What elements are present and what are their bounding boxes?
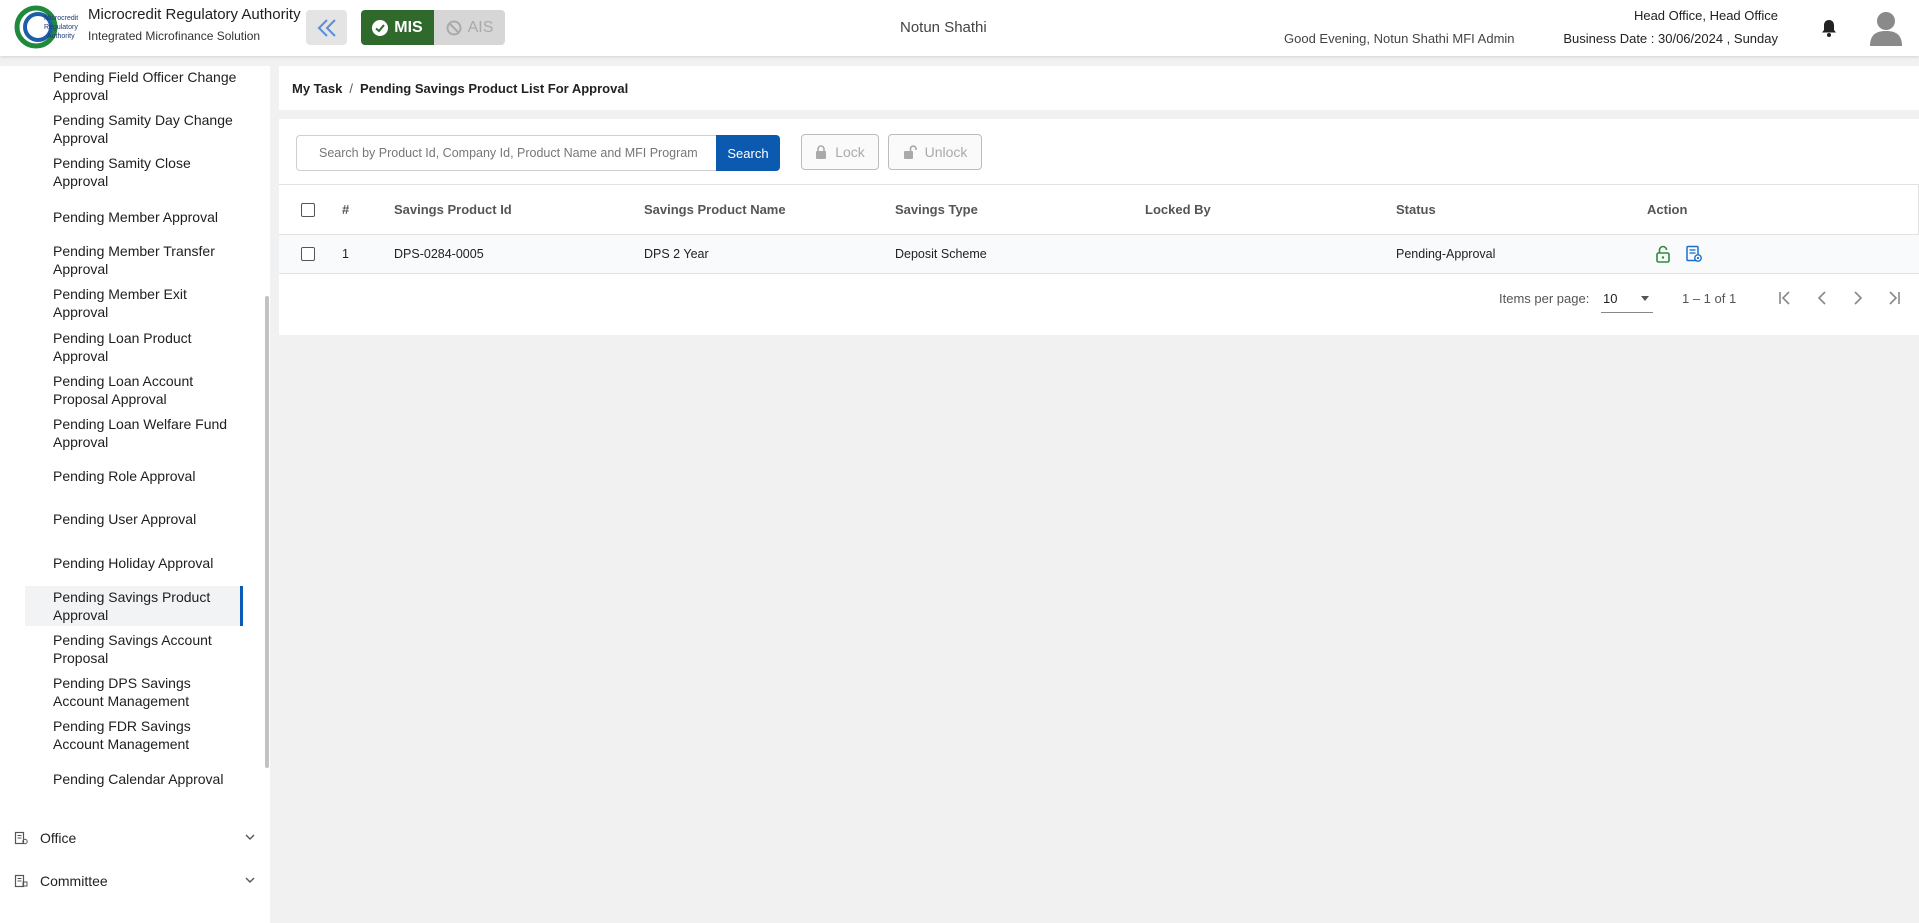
page-size-value: 10 [1603, 291, 1618, 306]
sidebar-item-member-exit[interactable]: Pending Member Exit Approval [25, 283, 243, 323]
double-chevron-left-icon [317, 18, 336, 37]
breadcrumb-current: Pending Savings Product List For Approva… [359, 80, 629, 96]
top-header: Microcredit Regulatory Authority Microcr… [0, 0, 1919, 56]
sidebar-item-samity-day-change[interactable]: Pending Samity Day Change Approval [25, 109, 243, 149]
sidebar-group-label: Committee [40, 873, 108, 889]
sidebar-item-loan-product[interactable]: Pending Loan Product Approval [25, 327, 243, 367]
first-page-icon[interactable] [1775, 288, 1795, 308]
items-per-page-label: Items per page: [1499, 291, 1590, 306]
column-header-status[interactable]: Status [1396, 185, 1436, 234]
cell-savings-type: Deposit Scheme [895, 247, 987, 261]
sidebar-item-calendar-approval[interactable]: Pending Calendar Approval [25, 759, 243, 799]
greeting-text: Good Evening, Notun Shathi MFI Admin [1284, 31, 1515, 46]
caret-down-icon [1641, 296, 1649, 301]
check-circle-icon [372, 19, 389, 36]
row-checkbox[interactable] [301, 247, 315, 261]
sidebar-item-fdr-savings-account[interactable]: Pending FDR Savings Account Management [25, 715, 243, 755]
svg-text:Regulatory: Regulatory [44, 24, 78, 31]
chevron-down-icon [245, 877, 255, 883]
sidebar: Pending Field Officer Change Approval Pe… [0, 66, 270, 923]
breadcrumb: My Task / Pending Savings Product List F… [279, 66, 1919, 110]
mra-logo: Microcredit Regulatory Authority [14, 4, 78, 50]
table-header-row: # Savings Product Id Savings Product Nam… [279, 184, 1919, 235]
brand-title: Microcredit Regulatory Authority [88, 6, 301, 23]
previous-page-icon[interactable] [1812, 288, 1832, 308]
sidebar-group-committee[interactable]: Committee [14, 869, 256, 893]
chevron-down-icon [245, 834, 255, 840]
ban-icon [446, 20, 462, 35]
breadcrumb-separator: / [349, 80, 353, 96]
sidebar-item-loan-account-proposal[interactable]: Pending Loan Account Proposal Approval [25, 370, 243, 410]
last-page-icon[interactable] [1884, 288, 1904, 308]
unlock-icon [903, 145, 917, 159]
cell-product-name: DPS 2 Year [644, 247, 709, 261]
svg-text:Microcredit: Microcredit [44, 15, 78, 22]
cell-status: Pending-Approval [1396, 247, 1496, 261]
sidebar-group-label: Office [40, 830, 77, 846]
sidebar-item-field-officer-change[interactable]: Pending Field Officer Change Approval [25, 66, 243, 106]
sidebar-item-user-approval[interactable]: Pending User Approval [25, 499, 243, 539]
notification-bell-icon[interactable] [1819, 18, 1839, 43]
collapse-sidebar-button[interactable] [306, 10, 347, 45]
unlock-action-icon[interactable] [1655, 245, 1671, 263]
sidebar-item-savings-account-proposal[interactable]: Pending Savings Account Proposal [25, 629, 243, 669]
sidebar-item-savings-product-approval[interactable]: Pending Savings Product Approval [25, 586, 243, 626]
brand-subtitle: Integrated Microfinance Solution [88, 29, 261, 43]
ais-toggle-button[interactable]: AIS [434, 10, 505, 45]
column-header-product-name[interactable]: Savings Product Name [644, 185, 786, 234]
committee-icon [14, 874, 28, 888]
next-page-icon[interactable] [1848, 288, 1868, 308]
lock-icon [816, 145, 827, 159]
search-input[interactable] [296, 135, 716, 171]
unlock-label: Unlock [924, 144, 968, 160]
sidebar-scrollbar[interactable] [265, 296, 269, 768]
mis-label: MIS [394, 18, 423, 36]
sidebar-item-loan-welfare-fund[interactable]: Pending Loan Welfare Fund Approval [25, 413, 243, 453]
column-header-savings-type[interactable]: Savings Type [895, 185, 978, 234]
view-details-icon[interactable] [1685, 245, 1703, 263]
table-row[interactable]: 1 DPS-0284-0005 DPS 2 Year Deposit Schem… [279, 235, 1919, 274]
sidebar-item-role-approval[interactable]: Pending Role Approval [25, 456, 243, 496]
svg-text:Authority: Authority [47, 33, 75, 40]
search-button[interactable]: Search [716, 135, 780, 171]
sidebar-item-samity-close[interactable]: Pending Samity Close Approval [25, 152, 243, 192]
page-size-select[interactable]: 10 [1601, 285, 1653, 313]
cell-product-id: DPS-0284-0005 [394, 247, 484, 261]
user-avatar[interactable] [1869, 10, 1903, 46]
lock-label: Lock [835, 144, 865, 160]
column-header-action: Action [1647, 202, 1688, 217]
ais-label: AIS [467, 18, 494, 36]
select-all-checkbox[interactable] [301, 202, 315, 217]
office-icon [14, 831, 28, 845]
sidebar-item-holiday-approval[interactable]: Pending Holiday Approval [25, 543, 243, 583]
page-range: 1 – 1 of 1 [1682, 291, 1737, 306]
unlock-button[interactable]: Unlock [888, 134, 982, 170]
organization-name: Notun Shathi [900, 19, 987, 36]
sidebar-item-member-transfer[interactable]: Pending Member Transfer Approval [25, 240, 243, 280]
sidebar-group-office[interactable]: Office [14, 826, 256, 850]
savings-product-table: # Savings Product Id Savings Product Nam… [279, 184, 1919, 274]
sidebar-item-member-approval[interactable]: Pending Member Approval [25, 197, 243, 237]
mis-toggle-button[interactable]: MIS [361, 10, 434, 45]
main-card: Search Lock Unlock # Savings Product Id … [279, 119, 1919, 335]
lock-button[interactable]: Lock [801, 134, 879, 170]
office-name: Head Office, Head Office [1633, 8, 1778, 23]
paginator: Items per page: 10 1 – 1 of 1 [279, 274, 1919, 324]
column-header-locked-by[interactable]: Locked By [1145, 185, 1211, 234]
sidebar-item-dps-savings-account[interactable]: Pending DPS Savings Account Management [25, 672, 243, 712]
breadcrumb-root[interactable]: My Task [292, 81, 342, 96]
column-header-index: # [342, 202, 350, 217]
cell-actions [1655, 235, 1717, 273]
column-header-product-id[interactable]: Savings Product Id [394, 185, 512, 234]
cell-index: 1 [342, 247, 349, 261]
business-date: Business Date : 30/06/2024 , Sunday [1563, 31, 1778, 46]
